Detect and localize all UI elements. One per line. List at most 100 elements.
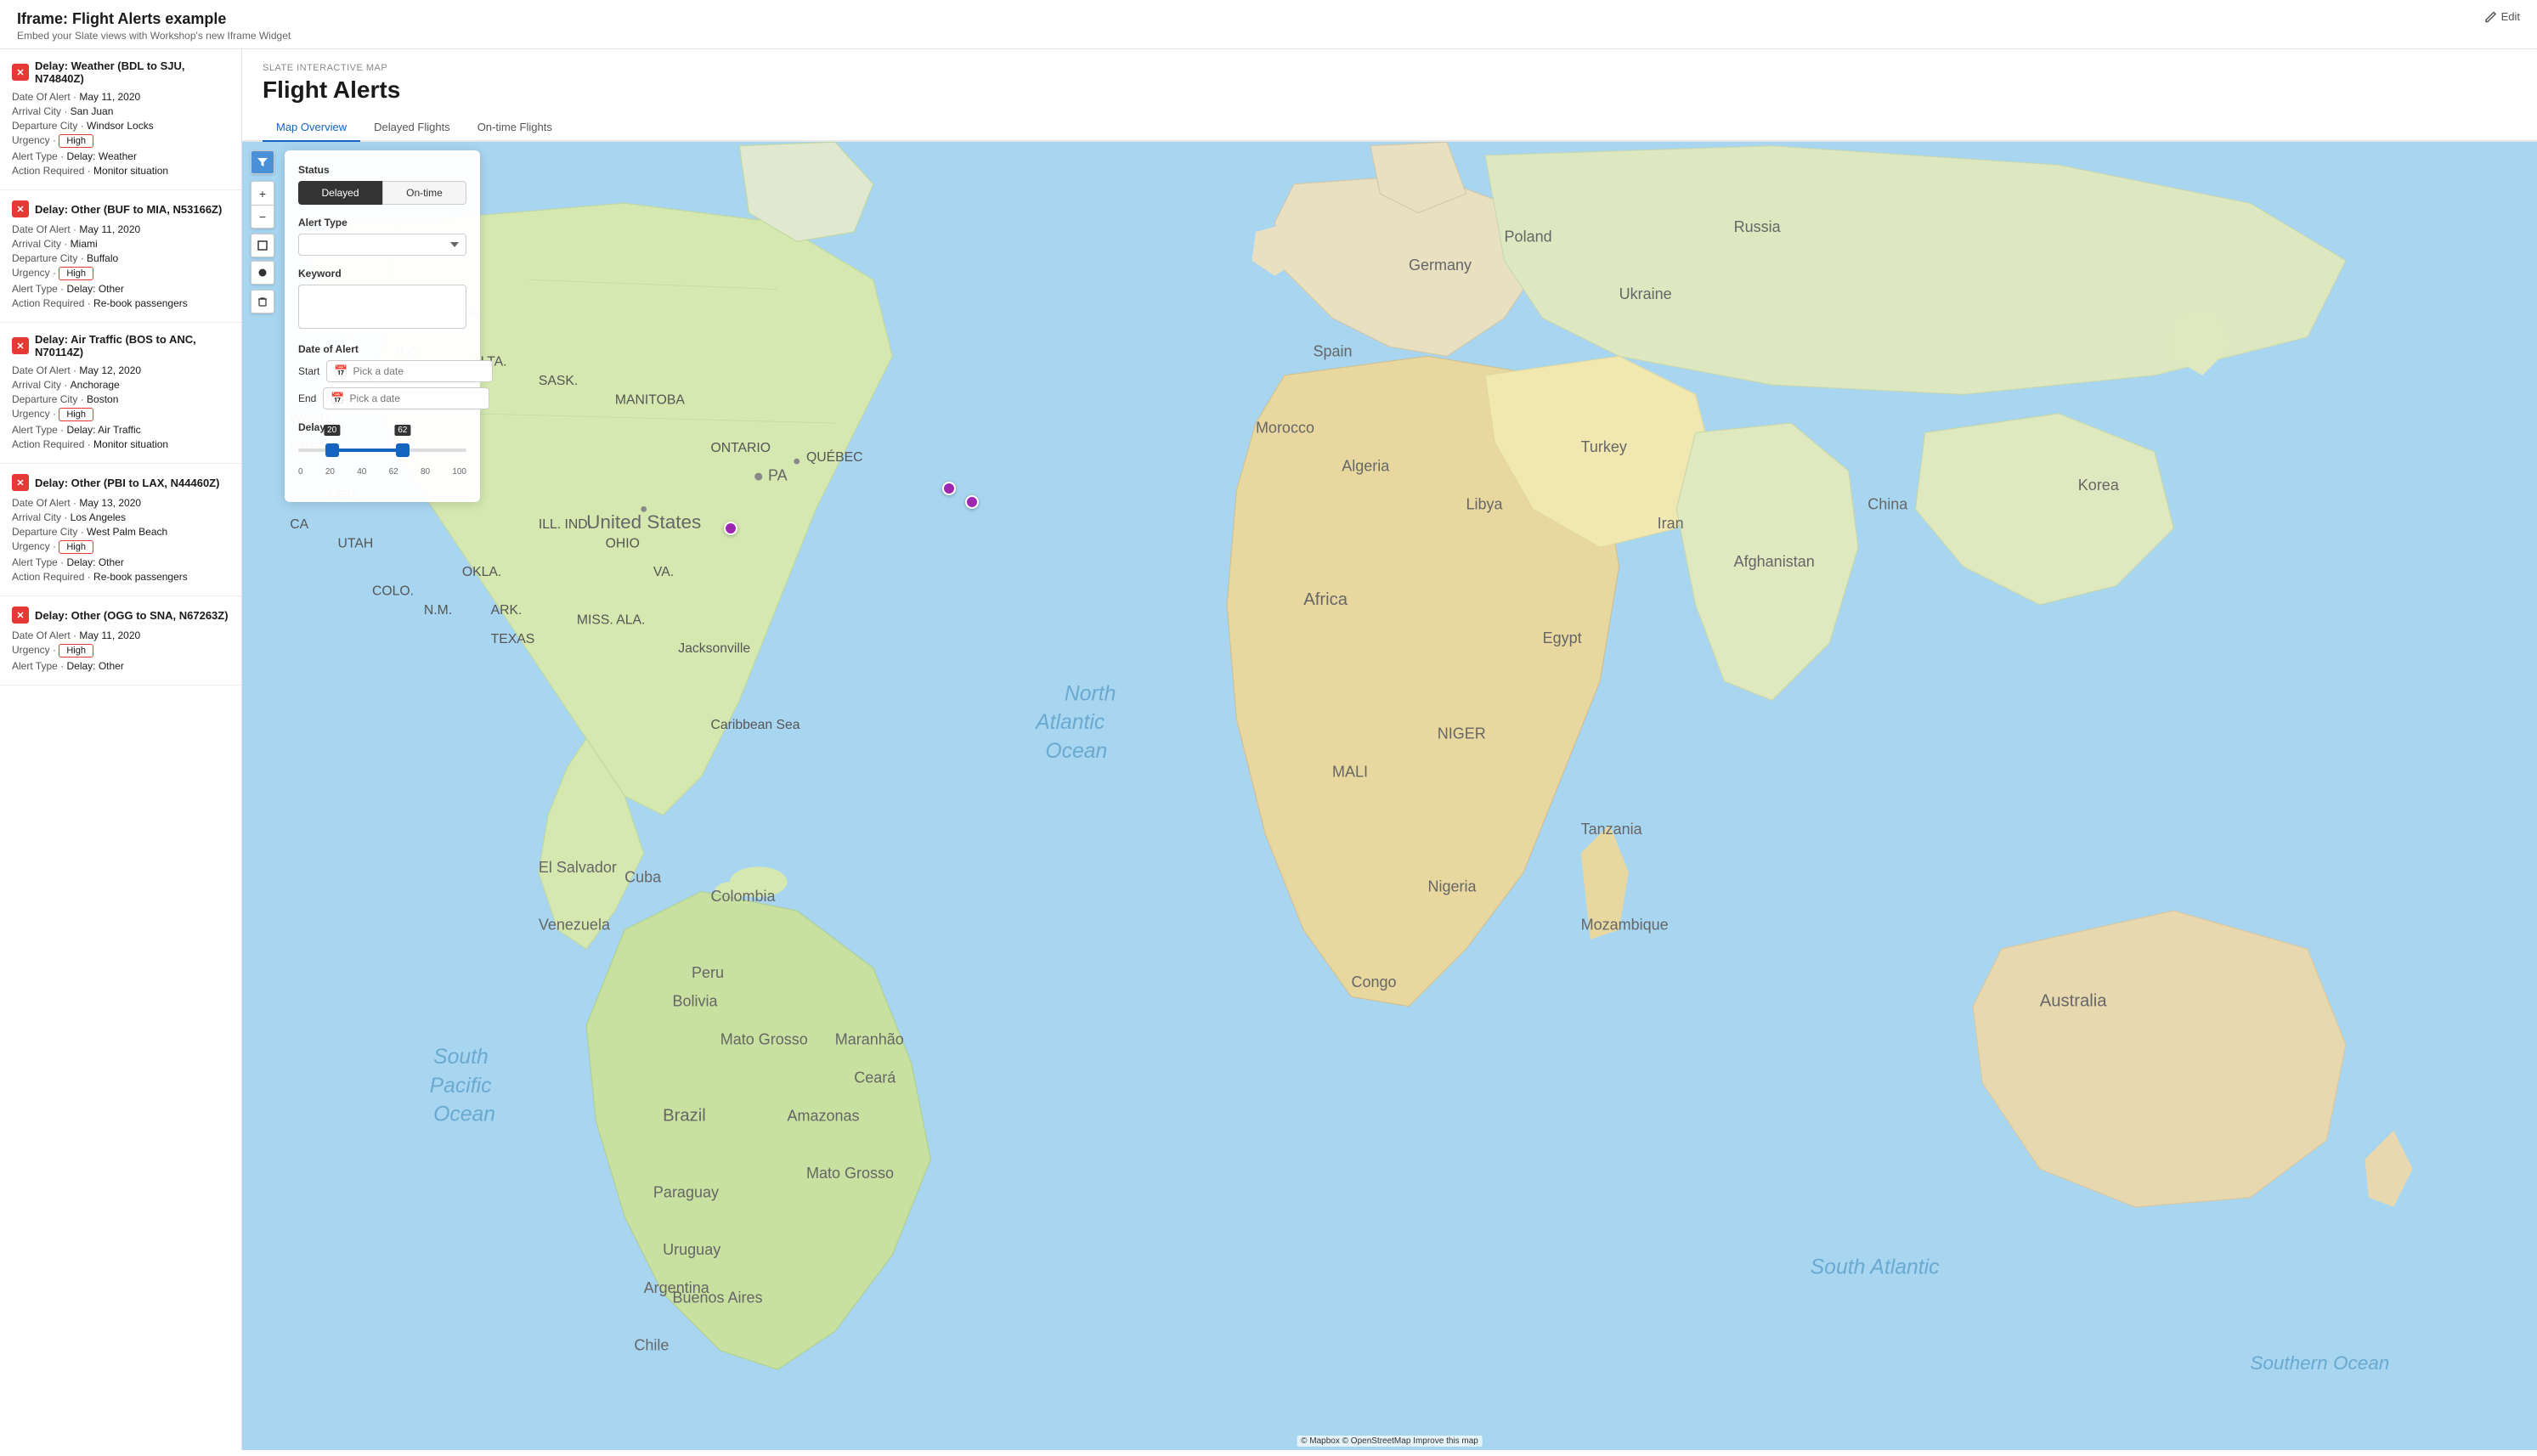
tab-delayed-flights[interactable]: Delayed Flights <box>360 114 464 142</box>
svg-text:Mato Grosso: Mato Grosso <box>806 1165 894 1182</box>
map-container: United States CANADA Africa Algeria MALI… <box>242 142 2537 1450</box>
circle-button[interactable] <box>251 261 274 285</box>
alert-item-1[interactable]: ✕ Delay: Weather (BDL to SJU, N74840Z) D… <box>0 49 241 190</box>
svg-text:Ocean: Ocean <box>1045 740 1107 763</box>
ontime-status-button[interactable]: On-time <box>382 181 466 205</box>
end-label: End <box>298 392 316 404</box>
slider-track: 20 62 <box>298 449 466 452</box>
alert-type-field: Alert Type · Delay: Weather <box>12 150 229 162</box>
keyword-input[interactable] <box>298 285 466 329</box>
alert-arrival: Arrival City · Anchorage <box>12 379 229 391</box>
alert-x-icon: ✕ <box>12 64 29 81</box>
alert-type-field: Alert Type · Delay: Other <box>12 556 229 568</box>
tick-100: 100 <box>452 467 466 477</box>
alert-urgency: Urgency · High <box>12 267 229 280</box>
svg-text:United States: United States <box>586 511 701 533</box>
tick-80: 80 <box>421 467 430 477</box>
svg-text:Cuba: Cuba <box>624 868 662 885</box>
svg-text:Turkey: Turkey <box>1581 438 1627 455</box>
alert-date: Date Of Alert · May 13, 2020 <box>12 497 229 509</box>
alert-departure: Departure City · West Palm Beach <box>12 526 229 538</box>
circle-icon <box>257 268 268 278</box>
page-subtitle: Embed your Slate views with Workshop's n… <box>17 30 291 42</box>
trash-icon <box>257 296 268 307</box>
alert-type-select[interactable]: Delay: Weather Delay: Other Delay: Air T… <box>298 234 466 256</box>
svg-text:N.M.: N.M. <box>424 603 452 618</box>
svg-text:Pacific: Pacific <box>430 1075 493 1098</box>
reset-view-button[interactable] <box>251 234 274 257</box>
svg-text:Ukraine: Ukraine <box>1619 285 1672 302</box>
end-date-input[interactable] <box>350 392 482 404</box>
svg-text:Venezuela: Venezuela <box>539 917 611 934</box>
slider-ticks: 0 20 40 62 80 100 <box>298 467 466 477</box>
delete-button[interactable] <box>251 290 274 313</box>
slider-thumb-left[interactable]: 20 <box>325 443 339 457</box>
pencil-icon <box>2485 11 2497 23</box>
alert-date: Date Of Alert · May 12, 2020 <box>12 364 229 376</box>
svg-text:Spain: Spain <box>1313 342 1352 359</box>
edit-button[interactable]: Edit <box>2485 10 2520 23</box>
calendar-start-icon: 📅 <box>334 364 347 378</box>
alert-item-4[interactable]: ✕ Delay: Other (PBI to LAX, N44460Z) Dat… <box>0 464 241 596</box>
tick-0: 0 <box>298 467 303 477</box>
alert-type-filter-section: Alert Type Delay: Weather Delay: Other D… <box>298 217 466 256</box>
alert-departure: Departure City · Windsor Locks <box>12 120 229 132</box>
status-filter-section: Status Delayed On-time <box>298 164 466 205</box>
svg-text:Germany: Germany <box>1409 257 1472 274</box>
right-content: Slate Interactive Map Flight Alerts Map … <box>242 49 2537 1450</box>
start-date-input[interactable] <box>353 365 485 377</box>
zoom-out-button[interactable]: − <box>251 205 274 229</box>
svg-text:Uruguay: Uruguay <box>663 1241 720 1258</box>
filter-panel: Status Delayed On-time Alert Type Delay:… <box>285 150 480 502</box>
alert-urgency: Urgency · High <box>12 540 229 554</box>
alert-departure: Departure City · Boston <box>12 393 229 405</box>
alert-arrival: Arrival City · San Juan <box>12 105 229 117</box>
urgency-badge: High <box>59 408 93 421</box>
svg-text:Buenos Aires: Buenos Aires <box>672 1289 762 1306</box>
svg-text:Southern Ocean: Southern Ocean <box>2250 1352 2389 1374</box>
urgency-badge: High <box>59 134 93 148</box>
flight-marker-1[interactable] <box>724 522 737 535</box>
keyword-filter-section: Keyword <box>298 268 466 331</box>
tab-map-overview[interactable]: Map Overview <box>263 114 360 142</box>
status-label: Status <box>298 164 466 176</box>
alert-type-field: Alert Type · Delay: Air Traffic <box>12 424 229 436</box>
alert-item-3[interactable]: ✕ Delay: Air Traffic (BOS to ANC, N70114… <box>0 323 241 464</box>
svg-text:Amazonas: Amazonas <box>787 1108 859 1125</box>
alert-title: ✕ Delay: Other (PBI to LAX, N44460Z) <box>12 474 229 491</box>
start-label: Start <box>298 365 319 377</box>
delayed-status-button[interactable]: Delayed <box>298 181 382 205</box>
svg-text:Mozambique: Mozambique <box>1581 917 1669 934</box>
alert-item-5[interactable]: ✕ Delay: Other (OGG to SNA, N67263Z) Dat… <box>0 596 241 686</box>
alert-title: ✕ Delay: Other (BUF to MIA, N53166Z) <box>12 200 229 217</box>
alert-x-icon: ✕ <box>12 474 29 491</box>
start-date-row: Start 📅 <box>298 360 466 382</box>
alert-item-2[interactable]: ✕ Delay: Other (BUF to MIA, N53166Z) Dat… <box>0 190 241 323</box>
flight-marker-3[interactable] <box>965 495 979 509</box>
tab-ontime-flights[interactable]: On-time Flights <box>464 114 566 142</box>
svg-text:Nigeria: Nigeria <box>1428 878 1478 895</box>
slider-thumb-right[interactable]: 62 <box>396 443 410 457</box>
alert-date: Date Of Alert · May 11, 2020 <box>12 629 229 641</box>
svg-text:Atlantic: Atlantic <box>1034 711 1105 734</box>
svg-text:Ocean: Ocean <box>433 1103 495 1126</box>
alert-action: Action Required · Re-book passengers <box>12 571 229 583</box>
alert-title-text: Delay: Air Traffic (BOS to ANC, N70114Z) <box>35 333 229 358</box>
svg-text:South Atlantic: South Atlantic <box>1811 1256 1940 1279</box>
alert-title: ✕ Delay: Other (OGG to SNA, N67263Z) <box>12 607 229 624</box>
svg-text:ONTARIO: ONTARIO <box>710 441 771 455</box>
start-date-input-wrap[interactable]: 📅 <box>326 360 492 382</box>
svg-text:MISS. ALA.: MISS. ALA. <box>577 612 646 627</box>
filter-control-button[interactable] <box>251 150 274 174</box>
urgency-badge: High <box>59 644 93 657</box>
slider-fill <box>332 449 403 452</box>
calendar-end-icon: 📅 <box>331 392 344 405</box>
svg-text:El Salvador: El Salvador <box>539 859 617 876</box>
end-date-input-wrap[interactable]: 📅 <box>323 387 489 409</box>
svg-text:Iran: Iran <box>1658 515 1684 532</box>
zoom-in-button[interactable]: + <box>251 181 274 205</box>
filter-icon <box>257 156 268 168</box>
svg-text:Korea: Korea <box>2078 477 2120 494</box>
svg-text:Chile: Chile <box>634 1337 669 1354</box>
slate-header: Slate Interactive Map Flight Alerts <box>242 49 2537 114</box>
